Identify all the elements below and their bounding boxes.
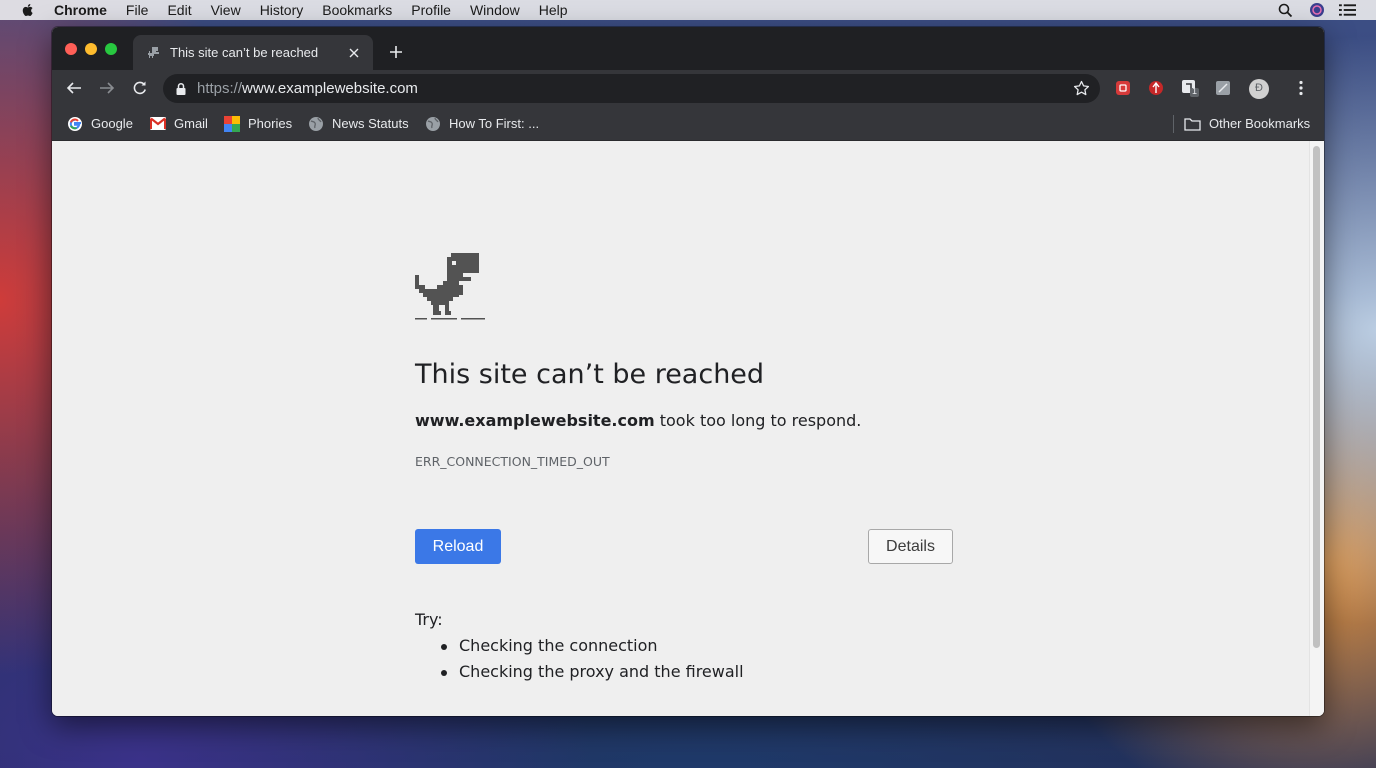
close-window-button[interactable] xyxy=(65,43,77,55)
menu-app-name[interactable]: Chrome xyxy=(54,2,107,18)
bookmark-phories-label: Phories xyxy=(248,116,293,131)
bookmark-how-to-first[interactable]: How To First: ... xyxy=(424,115,539,132)
error-description: www.examplewebsite.com took too long to … xyxy=(415,411,1015,430)
suggestion-check-proxy-firewall: Checking the proxy and the firewall xyxy=(441,662,744,688)
menu-history[interactable]: History xyxy=(260,2,304,18)
suggestion-check-connection: Checking the connection xyxy=(441,636,744,662)
extension-red-square-icon[interactable] xyxy=(1114,79,1132,97)
bookmark-how-to-first-label: How To First: ... xyxy=(449,116,540,131)
menu-view[interactable]: View xyxy=(211,2,241,18)
macos-menu-bar: Chrome File Edit View History Bookmarks … xyxy=(0,0,1376,20)
menu-help[interactable]: Help xyxy=(539,2,568,18)
lock-icon[interactable] xyxy=(175,82,187,96)
toolbar: https://www.examplewebsite.com 1 Ð xyxy=(52,70,1324,107)
error-message: took too long to respond. xyxy=(654,411,862,430)
bookmarks-divider xyxy=(1173,115,1174,133)
menu-profile[interactable]: Profile xyxy=(411,2,451,18)
tab-close-icon[interactable] xyxy=(347,46,361,60)
extension-grey-icon[interactable] xyxy=(1214,79,1232,97)
bookmark-phories[interactable]: Phories xyxy=(223,115,292,132)
apple-icon[interactable] xyxy=(20,2,36,18)
profile-initial: Ð xyxy=(1255,82,1263,94)
maximize-window-button[interactable] xyxy=(105,43,117,55)
title-bar: This site can’t be reached xyxy=(52,27,1324,70)
error-title: This site can’t be reached xyxy=(415,359,765,390)
window-controls xyxy=(65,43,117,55)
details-button[interactable]: Details xyxy=(868,529,953,564)
scrollbar[interactable] xyxy=(1309,141,1324,716)
back-icon[interactable] xyxy=(65,79,83,97)
photos-icon xyxy=(223,115,240,132)
menu-window[interactable]: Window xyxy=(470,2,520,18)
other-bookmarks[interactable]: Other Bookmarks xyxy=(1184,115,1310,132)
bookmark-news-statuts-label: News Statuts xyxy=(332,116,409,131)
page-content: This site can’t be reached www.examplewe… xyxy=(52,141,1324,716)
menu-file[interactable]: File xyxy=(126,2,149,18)
gmail-icon xyxy=(149,115,166,132)
error-code: ERR_CONNECTION_TIMED_OUT xyxy=(415,454,610,469)
bookmark-google[interactable]: Google xyxy=(66,115,133,132)
bookmark-star-icon[interactable] xyxy=(1073,80,1090,97)
tab-title: This site can’t be reached xyxy=(170,45,319,60)
try-label: Try: xyxy=(415,610,443,629)
bookmark-google-label: Google xyxy=(91,116,133,131)
control-center-icon[interactable] xyxy=(1339,2,1356,19)
new-tab-icon[interactable] xyxy=(387,43,405,61)
bookmark-gmail[interactable]: Gmail xyxy=(149,115,208,132)
bookmarks-bar: Google Gmail Phories News Statuts How To… xyxy=(52,107,1324,141)
folder-icon xyxy=(1184,115,1201,132)
address-bar[interactable]: https://www.examplewebsite.com xyxy=(163,74,1100,103)
menu-edit[interactable]: Edit xyxy=(167,2,191,18)
url-host: www.examplewebsite.com xyxy=(242,80,418,97)
globe-icon xyxy=(307,115,324,132)
offline-dino-icon[interactable] xyxy=(415,253,485,323)
spotlight-search-icon[interactable] xyxy=(1277,2,1294,19)
dino-favicon-icon xyxy=(148,46,159,58)
error-host: www.examplewebsite.com xyxy=(415,411,655,430)
tab-active[interactable]: This site can’t be reached xyxy=(133,35,373,70)
globe-icon xyxy=(424,115,441,132)
reload-icon[interactable] xyxy=(131,79,149,97)
scrollbar-thumb[interactable] xyxy=(1313,146,1320,648)
profile-avatar[interactable]: Ð xyxy=(1248,78,1270,100)
bookmark-gmail-label: Gmail xyxy=(174,116,208,131)
other-bookmarks-label: Other Bookmarks xyxy=(1209,116,1311,131)
extension-badge-icon[interactable]: 1 xyxy=(1181,79,1199,97)
bookmark-news-statuts[interactable]: News Statuts xyxy=(307,115,409,132)
browser-window: This site can’t be reached https://www.e… xyxy=(52,27,1324,716)
url-scheme: https:// xyxy=(197,80,243,97)
reload-button[interactable]: Reload xyxy=(415,529,501,564)
chrome-menu-icon[interactable] xyxy=(1292,79,1310,97)
menu-bookmarks[interactable]: Bookmarks xyxy=(322,2,392,18)
extension-badge-count: 1 xyxy=(1192,86,1198,96)
forward-icon[interactable] xyxy=(98,79,116,97)
extension-red-pin-icon[interactable] xyxy=(1147,79,1165,97)
google-icon xyxy=(66,115,83,132)
suggestions-list: Checking the connection Checking the pro… xyxy=(441,636,744,688)
minimize-window-button[interactable] xyxy=(85,43,97,55)
siri-icon[interactable] xyxy=(1308,2,1325,19)
